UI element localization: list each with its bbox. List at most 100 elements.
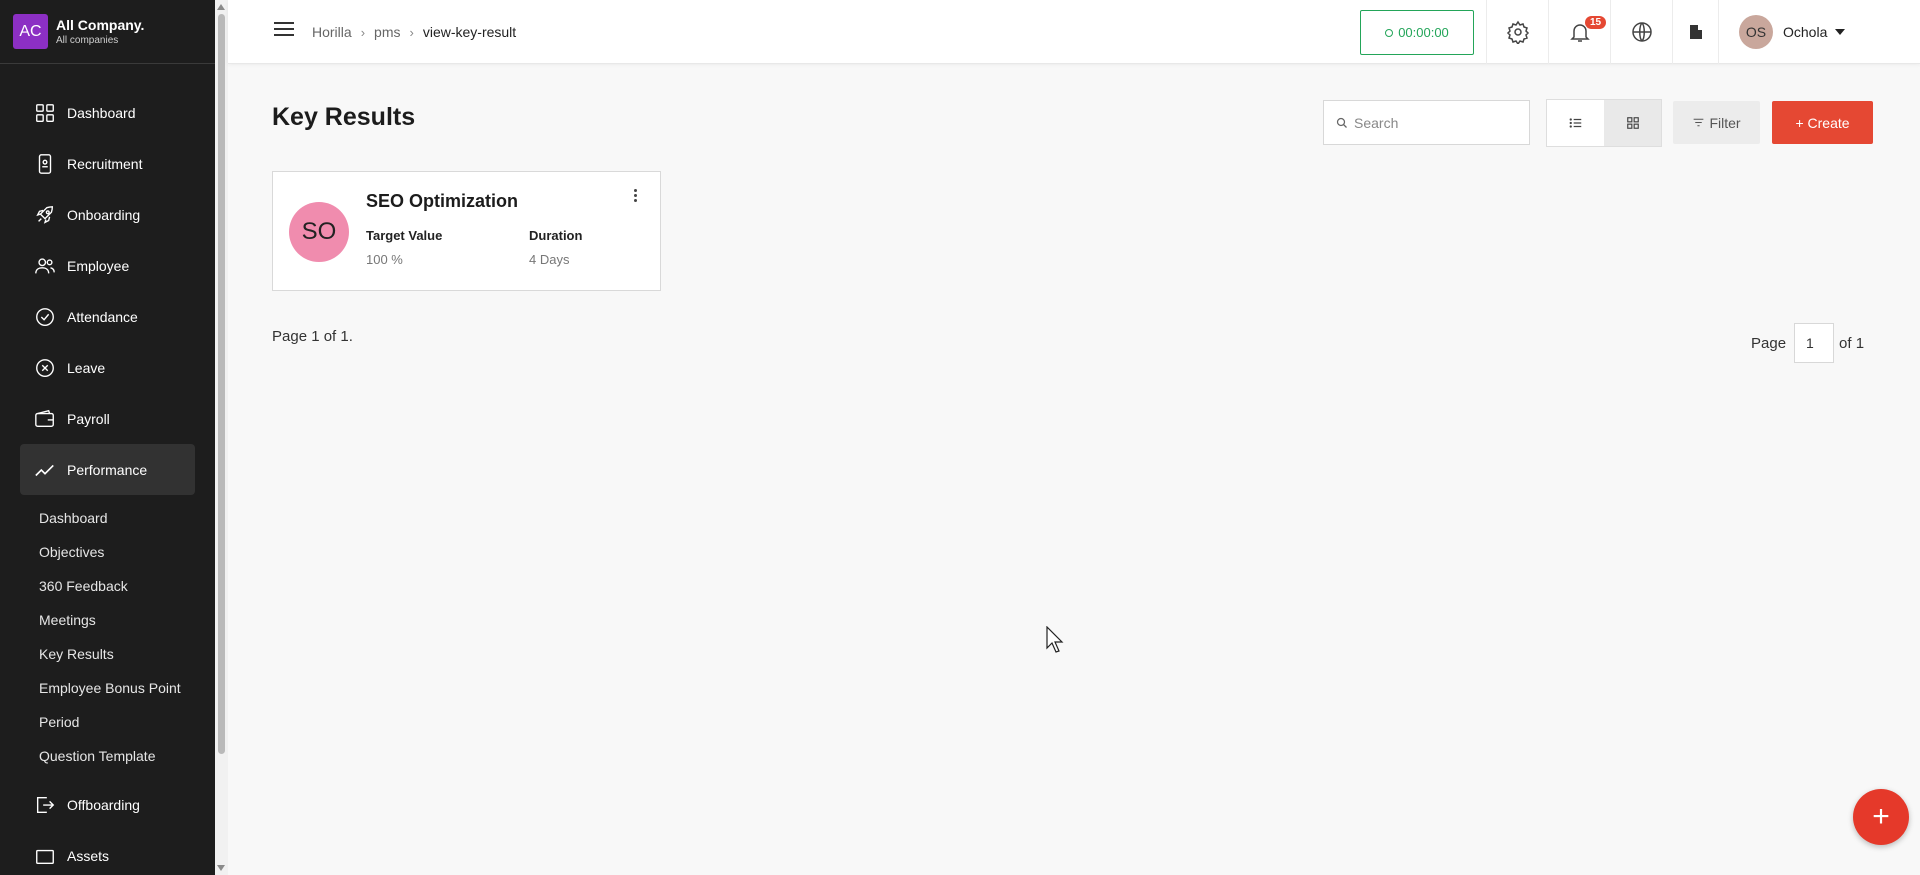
sidebar-nav: Dashboard Recruitment Onboarding Employe… [20,87,195,875]
sidebar-item-offboarding[interactable]: Offboarding [20,779,195,830]
chevron-right-icon: › [360,24,366,40]
sidebar-item-label: Recruitment [67,155,143,172]
sidebar-item-label: Onboarding [67,206,141,223]
assets-icon [34,845,56,867]
notification-badge: 15 [1585,16,1607,29]
menu-toggle-icon[interactable] [274,22,294,38]
duration-value: 4 Days [529,252,570,267]
kebab-menu-icon[interactable] [634,189,638,204]
rocket-icon [34,204,56,226]
scroll-up-arrow[interactable] [217,4,225,10]
exit-icon [34,794,56,816]
clock-icon [1385,28,1394,37]
sidebar-item-label: Leave [67,359,106,376]
view-toggle [1546,99,1662,147]
subnav-item-employee-bonus-point[interactable]: Employee Bonus Point [20,671,195,705]
sidebar-item-label: Offboarding [67,796,140,813]
sidebar: AC All Company. All companies Dashboard … [0,0,215,875]
performance-subnav: Dashboard Objectives 360 Feedback Meetin… [20,495,195,779]
breadcrumb-current: view-key-result [422,24,517,40]
user-menu[interactable]: OS Ochola [1718,0,1846,64]
topbar: Horilla › pms › view-key-result 00:00:00… [228,0,1920,64]
target-value-field: Target Value 100 % [366,228,442,267]
x-circle-icon [34,357,56,379]
company-subtitle: All companies [56,35,119,46]
quick-action-button[interactable]: + [1853,789,1909,845]
company-name: All Company. [56,17,145,33]
sidebar-item-employee[interactable]: Employee [20,240,195,291]
duration-field: Duration 4 Days [529,228,582,267]
breadcrumb-horilla[interactable]: Horilla [312,24,352,40]
page-title: Key Results [272,103,416,131]
page-number-input[interactable] [1794,323,1835,363]
sidebar-item-leave[interactable]: Leave [20,342,195,393]
list-view-button[interactable] [1547,100,1604,146]
clock-in-timer-button[interactable]: 00:00:00 [1360,10,1474,55]
sidebar-item-assets[interactable]: Assets [20,830,195,875]
card-title: SEO Optimization [366,191,519,211]
sidebar-item-dashboard[interactable]: Dashboard [20,87,195,138]
globe-icon [1631,22,1652,42]
avatar: OS [1739,15,1773,49]
timer-value: 00:00:00 [1398,25,1449,40]
pager-total: of 1 [1839,334,1865,352]
duration-label: Duration [529,228,583,243]
sidebar-item-performance[interactable]: Performance [20,444,195,495]
chevron-right-icon: › [409,24,414,40]
user-name: Ochola [1783,24,1828,40]
breadcrumb-pms[interactable]: pms [374,24,400,40]
subnav-item-360-feedback[interactable]: 360 Feedback [20,569,195,603]
subnav-item-meetings[interactable]: Meetings [20,603,195,637]
sidebar-item-label: Assets [67,847,110,864]
scroll-down-arrow[interactable] [217,865,225,871]
target-value-label: Target Value [366,228,443,243]
dashboard-icon [34,102,56,124]
sidebar-item-payroll[interactable]: Payroll [20,393,195,444]
sidebar-item-label: Dashboard [67,104,136,121]
company-switcher[interactable]: AC All Company. All companies [0,0,215,64]
company-logo: AC [13,14,48,49]
scroll-thumb[interactable] [218,14,225,754]
settings-button[interactable] [1486,0,1548,64]
sidebar-item-onboarding[interactable]: Onboarding [20,189,195,240]
caret-down-icon [1835,29,1846,35]
page-info: Page 1 of 1. [272,328,353,345]
sidebar-scrollbar[interactable] [215,0,228,875]
gear-icon [1506,20,1529,44]
search-box [1323,100,1530,145]
sidebar-item-recruitment[interactable]: Recruitment [20,138,195,189]
filter-button[interactable]: Filter [1673,101,1760,144]
subnav-item-objectives[interactable]: Objectives [20,535,195,569]
subnav-item-dashboard[interactable]: Dashboard [20,501,195,535]
sidebar-item-label: Performance [67,461,148,478]
subnav-item-key-results[interactable]: Key Results [20,637,195,671]
sidebar-item-attendance[interactable]: Attendance [20,291,195,342]
search-icon [1336,117,1347,128]
pager-label: Page [1751,334,1787,352]
list-icon [1569,118,1581,128]
pagination: Page of 1 [1751,323,1864,363]
trend-icon [34,459,56,481]
notifications-button[interactable]: 15 [1548,0,1610,64]
check-circle-icon [34,306,56,328]
subnav-item-question-template[interactable]: Question Template [20,739,195,773]
company-button[interactable] [1672,0,1718,64]
sidebar-item-label: Payroll [67,410,110,427]
wallet-icon [34,408,56,430]
recruitment-icon [34,153,56,175]
target-value: 100 % [366,252,403,267]
key-result-card[interactable]: SO SEO Optimization Target Value 100 % D… [272,171,661,291]
filter-label: Filter [1709,114,1741,131]
subnav-item-period[interactable]: Period [20,705,195,739]
filter-icon [1694,118,1704,127]
people-icon [34,255,56,277]
sidebar-item-label: Employee [67,257,130,274]
language-button[interactable] [1610,0,1672,64]
breadcrumb: Horilla › pms › view-key-result [312,24,516,40]
building-icon [1689,25,1702,39]
grid-view-button[interactable] [1604,100,1661,146]
create-button[interactable]: + Create [1772,101,1873,144]
search-input[interactable] [1354,114,1524,131]
card-avatar: SO [289,202,349,262]
sidebar-item-label: Attendance [67,308,138,325]
